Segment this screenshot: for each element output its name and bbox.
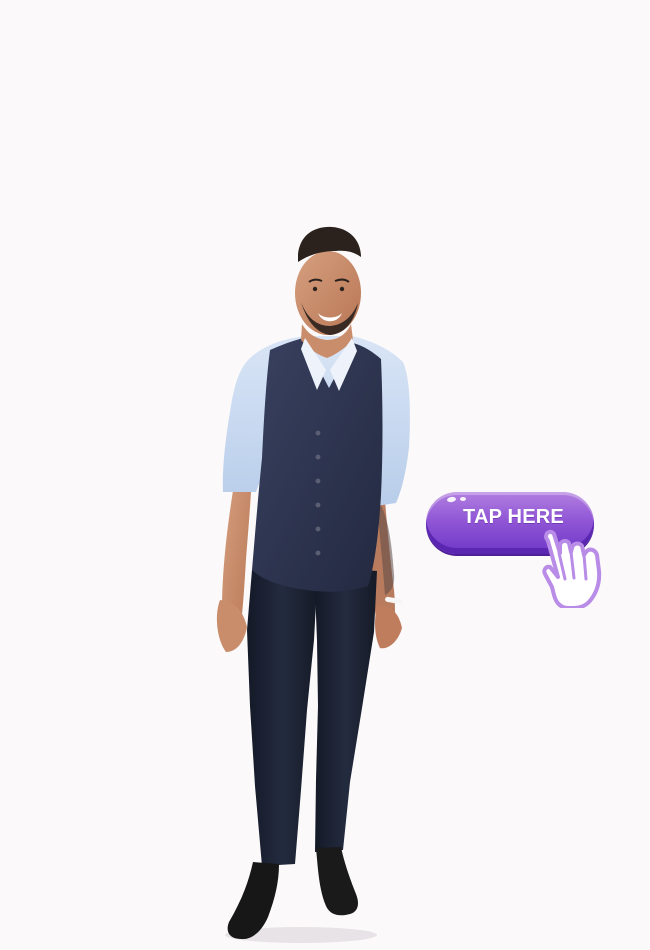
- button-highlight: [446, 496, 457, 503]
- right-shoe: [316, 847, 358, 916]
- vest-button: [315, 526, 321, 532]
- vest-button: [315, 478, 321, 484]
- left-leg: [247, 566, 318, 866]
- vest-button: [315, 502, 321, 508]
- vest-button: [315, 550, 321, 556]
- vest-button: [315, 430, 321, 436]
- left-shoe: [227, 862, 279, 940]
- left-eye: [312, 286, 318, 292]
- face: [295, 251, 361, 335]
- pointing-hand-icon: [542, 529, 602, 608]
- person-photo: [216, 226, 410, 943]
- tap-here-cta[interactable]: TAP HERE: [424, 490, 614, 608]
- right-hand: [375, 605, 402, 649]
- right-eye: [339, 286, 345, 292]
- button-highlight: [460, 497, 466, 501]
- right-leg: [314, 566, 377, 852]
- vest-button: [315, 454, 321, 460]
- screen: TAP HERE: [0, 0, 650, 950]
